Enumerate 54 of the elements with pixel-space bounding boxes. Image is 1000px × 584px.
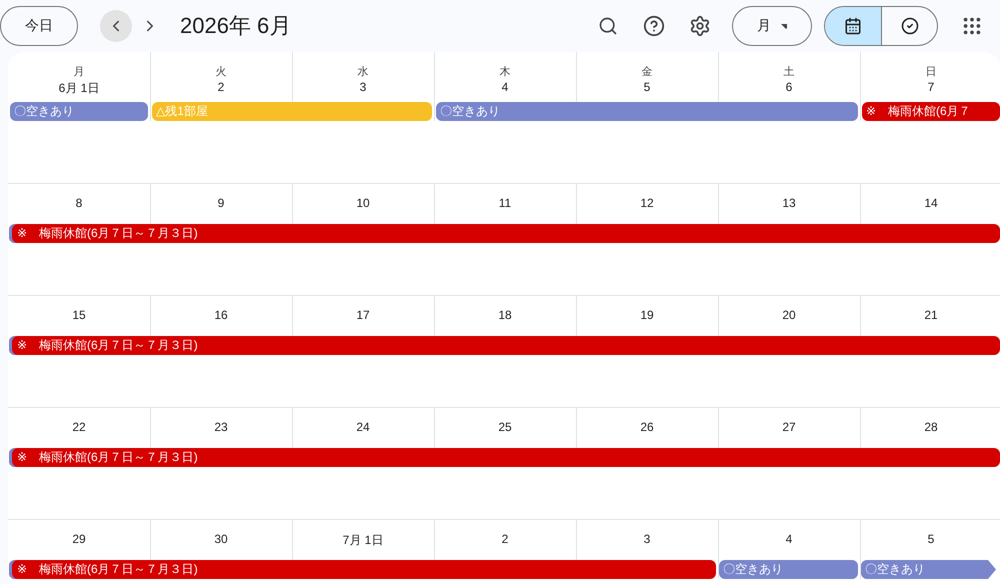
- date-label[interactable]: 4: [502, 80, 508, 94]
- date-label[interactable]: 21: [924, 308, 938, 322]
- weekday-label: 木: [498, 65, 512, 74]
- date-label[interactable]: 26: [640, 420, 654, 434]
- event-chip[interactable]: ※ 梅雨休館(6月７日～７月３日): [9, 224, 1000, 243]
- weekday-label: 火: [214, 65, 228, 74]
- date-label[interactable]: 17: [356, 308, 370, 322]
- caret-icon: [781, 24, 787, 28]
- date-label[interactable]: 5: [644, 80, 650, 94]
- event-chip[interactable]: ※ 梅雨休館(6月７日～７月３日): [9, 448, 1000, 467]
- date-label[interactable]: 25: [498, 420, 512, 434]
- date-label[interactable]: 27: [782, 420, 796, 434]
- event-chip[interactable]: ※ 梅雨休館(6月７日～７月３日): [9, 336, 1000, 355]
- date-label[interactable]: 2: [218, 80, 224, 94]
- date-label[interactable]: 11: [498, 196, 512, 210]
- date-label[interactable]: 10: [356, 196, 370, 210]
- view-select[interactable]: 月: [732, 6, 812, 46]
- date-label[interactable]: 7月 1日: [342, 533, 384, 547]
- date-label[interactable]: 9: [218, 196, 224, 210]
- today-button[interactable]: 今日: [0, 6, 78, 46]
- date-label[interactable]: 5: [928, 532, 934, 546]
- date-label[interactable]: 19: [640, 308, 654, 322]
- weekday-label: 月: [72, 65, 86, 74]
- date-label[interactable]: 28: [924, 420, 938, 434]
- weekday-label: 土: [782, 65, 796, 74]
- date-label[interactable]: 2: [502, 532, 508, 546]
- view-toggle-button[interactable]: [825, 7, 881, 45]
- date-label[interactable]: 4: [786, 532, 792, 546]
- date-label[interactable]: 6月 1日: [58, 81, 100, 95]
- event-chip[interactable]: ※ 梅雨休館(6月７日～７月３日): [9, 560, 716, 579]
- date-label[interactable]: 7: [928, 80, 934, 94]
- date-label[interactable]: 3: [360, 80, 366, 94]
- date-label[interactable]: 22: [72, 420, 86, 434]
- weekday-label: 金: [640, 65, 654, 74]
- month-title: 2026年 6月: [180, 12, 292, 40]
- date-label[interactable]: 16: [214, 308, 228, 322]
- date-label[interactable]: 3: [644, 532, 650, 546]
- date-label[interactable]: 30: [214, 532, 228, 546]
- date-label[interactable]: 13: [782, 196, 796, 210]
- date-label[interactable]: 14: [924, 196, 938, 210]
- date-label[interactable]: 24: [356, 420, 370, 434]
- date-label[interactable]: 20: [782, 308, 796, 322]
- weekday-label: 日: [924, 65, 938, 74]
- calendar-icon: [844, 17, 862, 35]
- date-label[interactable]: 8: [76, 196, 82, 210]
- date-label[interactable]: 29: [72, 532, 86, 546]
- event-chip[interactable]: ※ 梅雨休館(6月７: [862, 102, 1000, 121]
- check-circle-icon: [900, 17, 918, 35]
- weekday-label: 水: [356, 65, 370, 74]
- date-label[interactable]: 12: [640, 196, 654, 210]
- date-label[interactable]: 6: [786, 80, 792, 94]
- date-label[interactable]: 15: [72, 308, 86, 322]
- date-label[interactable]: 18: [498, 308, 512, 322]
- date-label[interactable]: 23: [214, 420, 228, 434]
